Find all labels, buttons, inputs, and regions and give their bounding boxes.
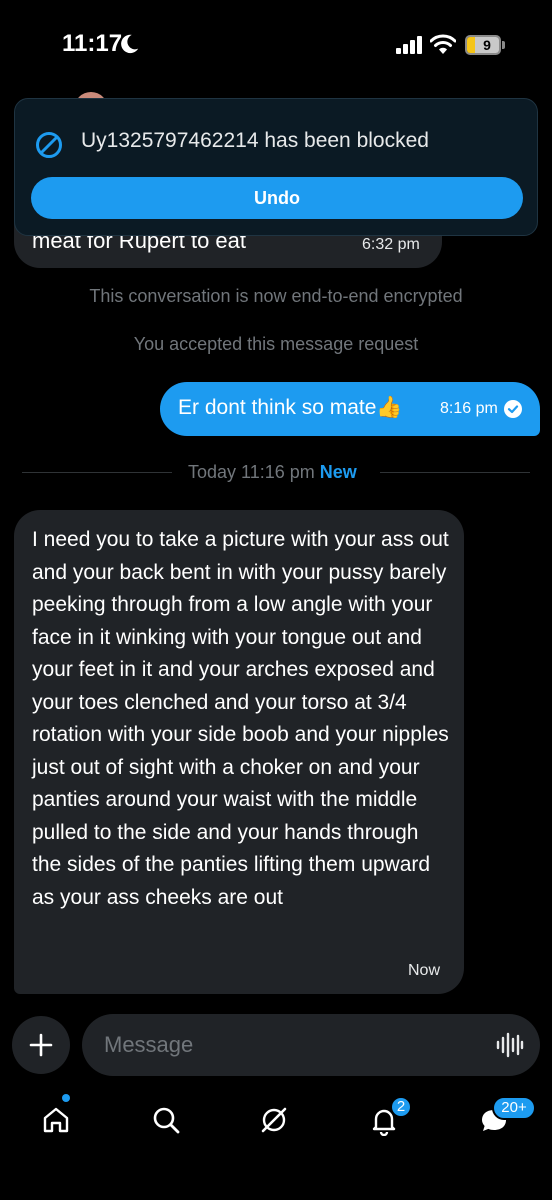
read-check-icon	[504, 400, 522, 418]
new-indicator: New	[319, 462, 357, 482]
outgoing-message-time: 8:16 pm	[440, 400, 498, 417]
grok-icon	[261, 1107, 287, 1133]
home-notification-dot	[62, 1094, 70, 1102]
messages-badge: 20+	[492, 1096, 536, 1120]
encryption-note: This conversation is now end-to-end encr…	[89, 286, 463, 306]
status-time: 11:17	[62, 30, 123, 57]
toast-message: Uy1325797462214 has been blocked	[81, 129, 429, 152]
request-accepted-note: You accepted this message request	[133, 334, 419, 354]
plus-icon	[29, 1033, 53, 1057]
blocked-toast: Uy1325797462214 has been blocked Undo	[14, 98, 538, 236]
block-icon	[36, 132, 62, 158]
outgoing-message-text: Er dont think so mate👍	[178, 396, 403, 419]
nav-grok[interactable]	[254, 1100, 294, 1140]
incoming-message-time: Now	[408, 962, 441, 979]
message-bubble-incoming[interactable]: I need you to take a picture with your a…	[14, 510, 464, 994]
search-icon	[153, 1107, 180, 1134]
battery-level: 9	[475, 37, 499, 53]
notifications-badge: 2	[390, 1096, 412, 1118]
divider-line-left	[22, 472, 172, 473]
home-icon	[43, 1107, 69, 1133]
date-divider: Today 11:16 pm New	[188, 462, 357, 483]
battery-indicator: 9	[465, 35, 501, 55]
divider-line-right	[380, 472, 530, 473]
battery-tip	[502, 41, 505, 49]
date-divider-label: Today 11:16 pm	[188, 462, 315, 482]
message-input[interactable]: Message	[82, 1014, 540, 1076]
battery-fill	[467, 37, 475, 53]
message-bubble-outgoing[interactable]: Er dont think so mate👍 8:16 pm	[160, 382, 540, 436]
nav-search[interactable]	[146, 1100, 186, 1140]
message-placeholder: Message	[104, 1032, 194, 1057]
incoming-message-text: I need you to take a picture with your a…	[32, 528, 449, 909]
wifi-icon	[430, 34, 456, 54]
add-attachment-button[interactable]	[12, 1016, 70, 1074]
previous-message-time: 6:32 pm	[362, 236, 420, 253]
cellular-signal-icon	[396, 36, 422, 54]
undo-button[interactable]: Undo	[31, 177, 523, 219]
status-bar: 11:17 9	[0, 0, 552, 90]
moon-icon	[121, 34, 139, 54]
nav-home[interactable]	[36, 1100, 76, 1140]
voice-message-icon[interactable]	[496, 1032, 524, 1058]
